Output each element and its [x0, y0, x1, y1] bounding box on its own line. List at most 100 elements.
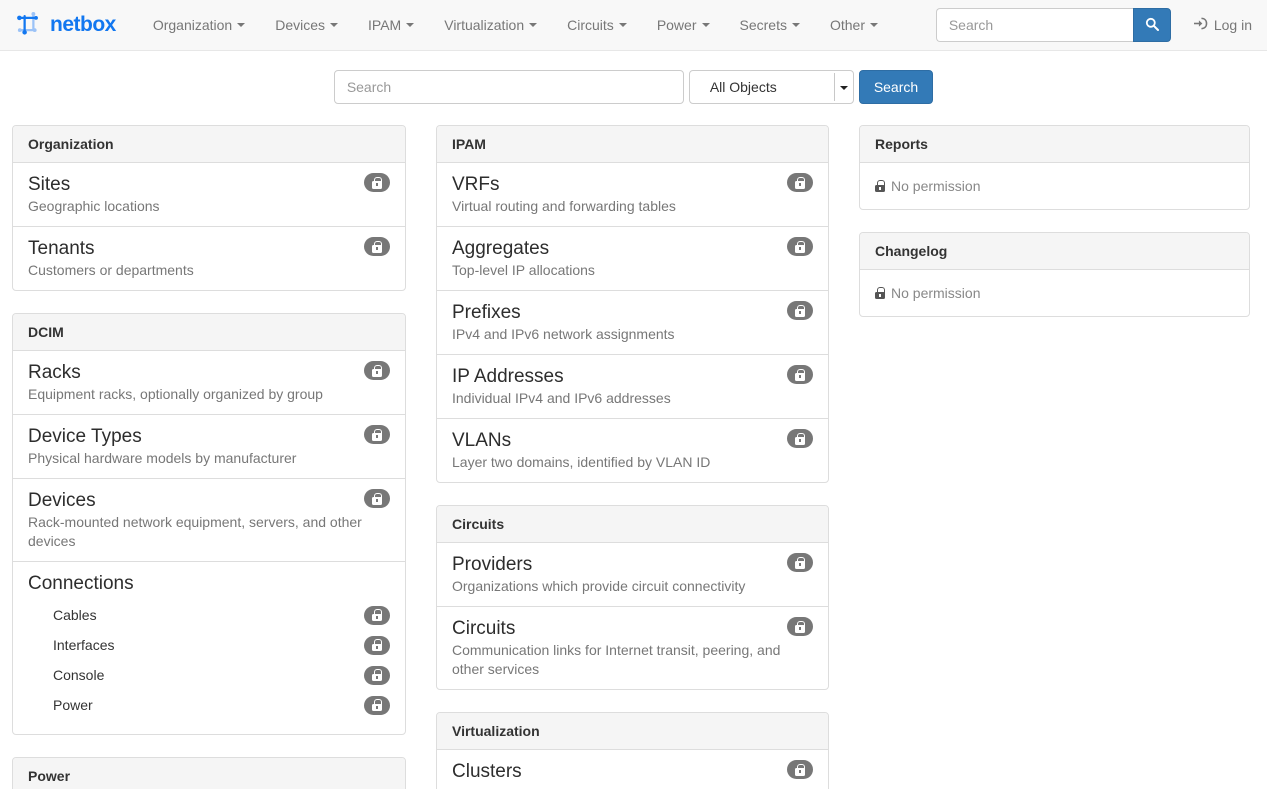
- lock-icon: [795, 621, 805, 633]
- list-item-ip-addresses[interactable]: IP Addresses Individual IPv4 and IPv6 ad…: [437, 354, 828, 418]
- connections-item-console[interactable]: Console: [28, 660, 390, 690]
- list-item-vlans[interactable]: VLANs Layer two domains, identified by V…: [437, 418, 828, 482]
- chevron-down-icon: [619, 23, 627, 27]
- login-link[interactable]: Log in: [1193, 17, 1252, 33]
- item-title: Clusters: [452, 760, 813, 784]
- connections-item-interfaces[interactable]: Interfaces: [28, 630, 390, 660]
- lock-badge: [787, 365, 813, 384]
- netbox-logo-icon: [15, 10, 43, 41]
- connections-item-cables[interactable]: Cables: [28, 600, 390, 630]
- panel-virtualization: Virtualization Clusters: [436, 712, 829, 789]
- primary-nav: Organization Devices IPAM Virtualization…: [138, 0, 893, 50]
- list-item-providers[interactable]: Providers Organizations which provide ci…: [437, 543, 828, 606]
- search-button[interactable]: Search: [859, 70, 933, 104]
- panel-title: IPAM: [437, 126, 828, 163]
- item-desc: Organizations which provide circuit conn…: [452, 577, 813, 596]
- lock-icon: [795, 433, 805, 445]
- column-right: Reports No permission Changelog No permi…: [859, 125, 1250, 339]
- lock-badge: [364, 489, 390, 508]
- lock-icon: [875, 180, 885, 192]
- item-title: VLANs: [452, 429, 813, 453]
- nav-menu-power[interactable]: Power: [642, 0, 725, 50]
- item-title: Sites: [28, 173, 390, 197]
- item-title: Cables: [53, 607, 97, 623]
- lock-icon: [372, 639, 382, 651]
- list-item-sites[interactable]: Sites Geographic locations: [13, 163, 405, 226]
- item-desc: Physical hardware models by manufacturer: [28, 449, 390, 468]
- lock-badge: [364, 666, 390, 685]
- chevron-down-icon: [792, 23, 800, 27]
- brand-name: netbox: [50, 13, 116, 37]
- panel-changelog: Changelog No permission: [859, 232, 1250, 317]
- lock-badge: [364, 425, 390, 444]
- lock-badge: [364, 696, 390, 715]
- panel-title: Power: [13, 758, 405, 789]
- navbar-search-button[interactable]: [1133, 8, 1171, 42]
- nav-menu-other[interactable]: Other: [815, 0, 893, 50]
- panel-title: Circuits: [437, 506, 828, 543]
- lock-badge: [364, 636, 390, 655]
- netbox-home-page: netbox Organization Devices IPAM Virtual…: [0, 0, 1267, 789]
- lock-icon: [372, 669, 382, 681]
- item-desc: Communication links for Internet transit…: [452, 641, 813, 679]
- netbox-brand-link[interactable]: netbox: [0, 10, 126, 41]
- chevron-down-icon: [237, 23, 245, 27]
- panel-circuits: Circuits Providers Organizations which p…: [436, 505, 829, 690]
- lock-icon: [372, 365, 382, 377]
- nav-menu-ipam[interactable]: IPAM: [353, 0, 429, 50]
- dashboard-columns: Organization Sites Geographic locations …: [0, 125, 1267, 789]
- item-desc: Layer two domains, identified by VLAN ID: [452, 453, 813, 472]
- item-desc: Individual IPv4 and IPv6 addresses: [452, 389, 813, 408]
- navbar-search-input[interactable]: [936, 8, 1133, 42]
- no-permission-message: No permission: [860, 163, 1249, 209]
- panel-dcim: DCIM Racks Equipment racks, optionally o…: [12, 313, 406, 735]
- no-permission-text: No permission: [891, 178, 980, 194]
- list-item-circuits[interactable]: Circuits Communication links for Interne…: [437, 606, 828, 689]
- connections-item-power[interactable]: Power: [28, 690, 390, 720]
- no-permission-text: No permission: [891, 285, 980, 301]
- nav-menu-label: Devices: [275, 17, 325, 33]
- panel-title: DCIM: [13, 314, 405, 351]
- lock-icon: [795, 557, 805, 569]
- search-input[interactable]: [334, 70, 684, 104]
- item-title: Tenants: [28, 237, 390, 261]
- lock-badge: [787, 553, 813, 572]
- global-search-bar: All Objects Search: [0, 70, 1267, 104]
- nav-menu-label: Secrets: [740, 17, 787, 33]
- nav-menu-organization[interactable]: Organization: [138, 0, 260, 50]
- panel-title: Changelog: [860, 233, 1249, 270]
- connections-group: Connections Cables Interfaces Console: [13, 561, 405, 734]
- list-item-vrfs[interactable]: VRFs Virtual routing and forwarding tabl…: [437, 163, 828, 226]
- item-title: Circuits: [452, 617, 813, 641]
- lock-icon: [372, 177, 382, 189]
- item-title: Prefixes: [452, 301, 813, 325]
- log-in-icon: [1193, 17, 1208, 33]
- list-item-aggregates[interactable]: Aggregates Top-level IP allocations: [437, 226, 828, 290]
- lock-badge: [787, 429, 813, 448]
- item-desc: Customers or departments: [28, 261, 390, 280]
- panel-title: Organization: [13, 126, 405, 163]
- nav-menu-secrets[interactable]: Secrets: [725, 0, 815, 50]
- lock-badge: [787, 237, 813, 256]
- lock-icon: [795, 241, 805, 253]
- no-permission-message: No permission: [860, 270, 1249, 316]
- nav-menu-devices[interactable]: Devices: [260, 0, 353, 50]
- object-type-select[interactable]: All Objects: [689, 70, 854, 104]
- item-title: Console: [53, 667, 104, 683]
- list-item-clusters[interactable]: Clusters: [437, 750, 828, 789]
- chevron-down-icon: [330, 23, 338, 27]
- item-desc: Geographic locations: [28, 197, 390, 216]
- nav-menu-virtualization[interactable]: Virtualization: [429, 0, 552, 50]
- list-item-tenants[interactable]: Tenants Customers or departments: [13, 226, 405, 290]
- item-desc: IPv4 and IPv6 network assignments: [452, 325, 813, 344]
- chevron-down-icon: [529, 23, 537, 27]
- lock-badge: [364, 606, 390, 625]
- lock-badge: [787, 617, 813, 636]
- selected-scope: All Objects: [710, 79, 777, 95]
- list-item-device-types[interactable]: Device Types Physical hardware models by…: [13, 414, 405, 478]
- list-item-racks[interactable]: Racks Equipment racks, optionally organi…: [13, 351, 405, 414]
- list-item-devices[interactable]: Devices Rack-mounted network equipment, …: [13, 478, 405, 561]
- list-item-prefixes[interactable]: Prefixes IPv4 and IPv6 network assignmen…: [437, 290, 828, 354]
- nav-menu-circuits[interactable]: Circuits: [552, 0, 642, 50]
- panel-title: Virtualization: [437, 713, 828, 750]
